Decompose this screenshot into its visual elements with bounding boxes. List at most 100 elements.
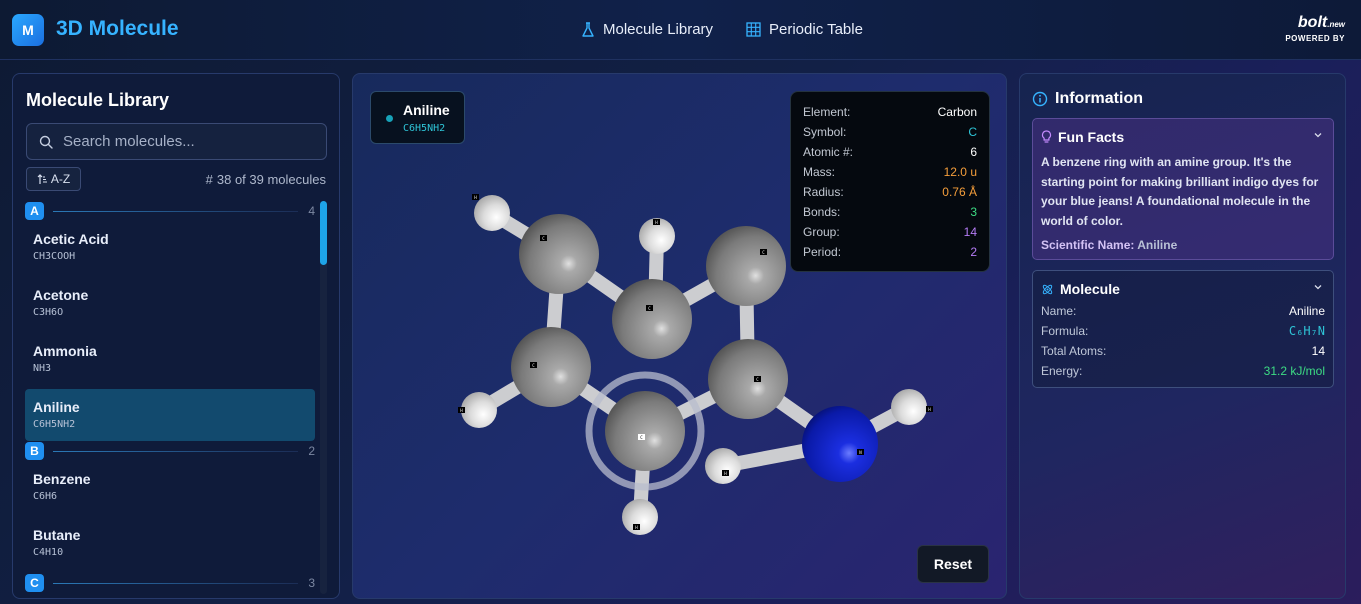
molecule-row-atoms: Total Atoms: 14 xyxy=(1041,344,1325,358)
carbon-atom xyxy=(706,226,786,306)
letter-badge[interactable]: C xyxy=(25,574,44,592)
grid-icon xyxy=(746,22,761,37)
molecule-formula: C6H6 xyxy=(33,491,58,502)
molecule-viewer-panel: H H C C C C C H C N H H H Aniline C6H5NH… xyxy=(352,73,1007,599)
chevron-down-icon[interactable] xyxy=(1313,131,1323,139)
letter-badge[interactable]: B xyxy=(25,442,44,460)
letter-header-c: C 3 xyxy=(25,573,315,593)
letter-divider xyxy=(53,451,298,452)
status-dot xyxy=(386,115,393,122)
app-logo[interactable]: M xyxy=(12,14,44,46)
current-molecule-name: Aniline xyxy=(403,102,450,118)
lightbulb-icon xyxy=(1041,130,1052,143)
nav-periodic-table[interactable]: Periodic Table xyxy=(746,21,863,38)
molecule-count-text: 38 of 39 molecules xyxy=(216,172,326,187)
molecule-name: Butane xyxy=(33,527,81,543)
atom-tooltip: Element: Carbon Symbol: C Atomic #: 6 Mass:… xyxy=(790,91,990,272)
molecule-library-panel: Molecule Library A-Z # 38 of 39 molecule… xyxy=(12,73,340,599)
molecule-formula: CH3COOH xyxy=(33,251,76,262)
molecule-card: Molecule Name: Aniline Formula: C₆H₇N Tota… xyxy=(1032,270,1334,388)
hydrogen-atom xyxy=(705,448,741,484)
info-icon xyxy=(1032,91,1048,107)
molecule-formula: C3H6O xyxy=(33,307,64,318)
current-molecule-badge: Aniline C6H5NH2 xyxy=(370,91,465,144)
nav-molecule-library[interactable]: Molecule Library xyxy=(581,21,713,38)
list-item[interactable]: Butane C4H10 xyxy=(25,517,315,573)
sort-icon xyxy=(37,173,47,184)
molecule-name: Acetic Acid xyxy=(33,231,109,247)
chevron-down-icon[interactable] xyxy=(1313,283,1323,291)
molecule-card-title: Molecule xyxy=(1060,281,1120,297)
bolt-suffix: .new xyxy=(1327,20,1345,29)
search-box xyxy=(26,123,327,160)
molecule-name: Benzene xyxy=(33,471,91,487)
scientific-name-label: Scientific Name: xyxy=(1041,238,1135,252)
tooltip-row: Bonds: 3 xyxy=(803,205,977,219)
molecule-formula: NH3 xyxy=(33,363,52,374)
information-title: Information xyxy=(1055,90,1143,107)
nitrogen-atom xyxy=(802,406,878,482)
letter-divider xyxy=(53,583,298,584)
scientific-name-value: Aniline xyxy=(1137,238,1178,252)
app-header: M 3D Molecule Molecule Library Periodic … xyxy=(0,0,1361,60)
information-panel: Information Fun Facts A benzene ring wit… xyxy=(1019,73,1346,599)
hydrogen-atom xyxy=(891,389,927,425)
molecule-list: A 4 Acetic Acid CH3COOH Acetone C3H6O Am… xyxy=(25,201,315,597)
molecule-name: Ammonia xyxy=(33,343,97,359)
current-molecule-formula: C6H5NH2 xyxy=(403,123,446,134)
list-item[interactable]: Acetone C3H6O xyxy=(25,277,315,333)
tooltip-row: Period: 2 xyxy=(803,245,977,259)
carbon-atom xyxy=(708,339,788,419)
list-item-selected[interactable]: Aniline C6H5NH2 xyxy=(25,389,315,441)
molecule-formula: C4H10 xyxy=(33,547,64,558)
search-icon xyxy=(39,135,53,149)
tooltip-row: Atomic #: 6 xyxy=(803,145,977,159)
letter-divider xyxy=(53,211,298,212)
list-item[interactable]: Ammonia NH3 xyxy=(25,333,315,389)
molecule-row-formula: Formula: C₆H₇N xyxy=(1041,324,1325,338)
fun-facts-text: A benzene ring with an amine group. It's… xyxy=(1041,155,1319,228)
carbon-atom-selected xyxy=(605,391,685,471)
molecule-card-header[interactable]: Molecule xyxy=(1041,281,1120,297)
nav-molecule-library-label: Molecule Library xyxy=(603,21,714,38)
library-title: Molecule Library xyxy=(26,90,170,110)
fun-facts-card: Fun Facts A benzene ring with an amine g… xyxy=(1032,118,1334,260)
information-header: Information xyxy=(1032,90,1143,108)
letter-count: 2 xyxy=(308,444,315,458)
molecule-name: Aniline xyxy=(33,399,80,415)
carbon-atom xyxy=(519,214,599,294)
app-title[interactable]: 3D Molecule xyxy=(56,17,179,41)
tooltip-row: Mass: 12.0 u xyxy=(803,165,977,179)
list-item[interactable]: Benzene C6H6 xyxy=(25,461,315,517)
list-item[interactable]: Acetic Acid CH3COOH xyxy=(25,221,315,277)
fun-facts-header[interactable]: Fun Facts xyxy=(1041,129,1124,145)
bolt-powered-by: POWERED BY xyxy=(1285,34,1345,43)
molecule-row-name: Name: Aniline xyxy=(1041,304,1325,318)
hash-icon: # xyxy=(205,172,213,187)
letter-header-a: A 4 xyxy=(25,201,315,221)
molecule-row-energy: Energy: 31.2 kJ/mol xyxy=(1041,364,1325,378)
carbon-atom xyxy=(612,279,692,359)
tooltip-row: Symbol: C xyxy=(803,125,977,139)
scientific-name: Scientific Name: Aniline xyxy=(1041,238,1177,252)
tooltip-row: Group: 14 xyxy=(803,225,977,239)
sort-label: A-Z xyxy=(50,172,71,186)
hydrogen-atom xyxy=(461,392,497,428)
tooltip-row: Element: Carbon xyxy=(803,105,977,119)
search-input[interactable] xyxy=(63,124,318,159)
molecule-formula: C6H5NH2 xyxy=(33,419,76,430)
bolt-brand: bolt xyxy=(1297,14,1328,31)
letter-header-b: B 2 xyxy=(25,441,315,461)
scrollbar-thumb[interactable] xyxy=(320,201,327,265)
flask-icon xyxy=(582,21,594,37)
sort-button[interactable]: A-Z xyxy=(26,167,81,191)
fun-facts-title: Fun Facts xyxy=(1058,129,1125,145)
tooltip-row: Radius: 0.76 Å xyxy=(803,185,977,199)
bolt-badge[interactable]: bolt.new POWERED BY xyxy=(1285,14,1345,43)
molecule-name: Acetone xyxy=(33,287,89,303)
letter-count: 3 xyxy=(308,576,315,590)
letter-badge[interactable]: A xyxy=(25,202,44,220)
letter-count: 4 xyxy=(308,204,315,218)
reset-button[interactable]: Reset xyxy=(917,545,989,583)
atom-icon xyxy=(1042,284,1053,294)
